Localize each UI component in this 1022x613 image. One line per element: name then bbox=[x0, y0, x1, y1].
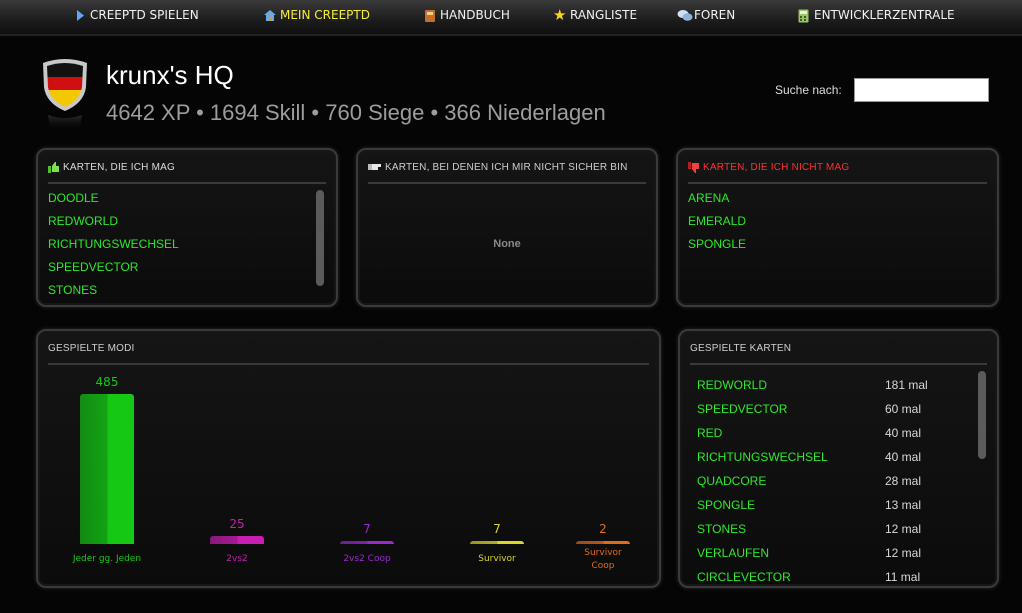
played-modes-panel: GESPIELTE MODI 485 Jeder gg. Jeden 25 2vs2 7… bbox=[36, 329, 661, 588]
chart-bar bbox=[340, 541, 394, 544]
table-row: RICHTUNGSWECHSEL 40 mal bbox=[696, 445, 966, 469]
liked-maps-panel: KARTEN, DIE ICH MAG DOODLE REDWORLD RICH… bbox=[36, 148, 338, 307]
nav-item-rangliste[interactable]: ★ RANGLISTE bbox=[553, 5, 638, 24]
calculator-icon bbox=[797, 9, 810, 22]
panel-title: GESPIELTE KARTEN bbox=[690, 343, 792, 354]
list-item[interactable]: SPONGLE bbox=[688, 236, 977, 259]
panel-title: KARTEN, DIE ICH NICHT MAG bbox=[703, 162, 850, 173]
thumbs-down-icon bbox=[688, 162, 700, 176]
page-title: krunx's HQ bbox=[106, 60, 234, 90]
nav-item-label: MEIN CREEPTD bbox=[280, 8, 370, 22]
play-icon bbox=[73, 9, 86, 22]
map-play-count: 40 mal bbox=[885, 426, 922, 440]
liked-maps-header: KARTEN, DIE ICH MAG bbox=[48, 162, 326, 184]
map-play-count: 181 mal bbox=[885, 378, 928, 392]
nav-item-creeptd-spielen[interactable]: CREEPTD SPIELEN bbox=[73, 8, 199, 22]
chart-bar bbox=[576, 541, 630, 544]
map-name[interactable]: RICHTUNGSWECHSEL bbox=[696, 445, 885, 469]
scrollbar[interactable] bbox=[316, 190, 324, 286]
list-item[interactable]: RICHTUNGSWECHSEL bbox=[48, 236, 316, 259]
liked-maps-list: DOODLE REDWORLD RICHTUNGSWECHSEL SPEEDVE… bbox=[48, 190, 316, 305]
home-icon bbox=[263, 9, 276, 22]
map-play-count: 40 mal bbox=[885, 450, 922, 464]
unsure-maps-header: KARTEN, BEI DENEN ICH MIR NICHT SICHER B… bbox=[368, 162, 646, 184]
list-item[interactable]: SPEEDVECTOR bbox=[48, 259, 316, 282]
list-item[interactable]: REDWORLD bbox=[48, 213, 316, 236]
list-item[interactable]: EMERALD bbox=[688, 213, 977, 236]
map-play-count: 12 mal bbox=[885, 546, 922, 560]
table-row: SPONGLE 13 mal bbox=[696, 493, 966, 517]
disliked-maps-list: ARENA EMERALD SPONGLE bbox=[688, 190, 977, 259]
list-item[interactable]: DOODLE bbox=[48, 190, 316, 213]
unsure-maps-panel: KARTEN, BEI DENEN ICH MIR NICHT SICHER B… bbox=[356, 148, 658, 307]
table-row: RED 40 mal bbox=[696, 421, 966, 445]
map-play-count: 11 mal bbox=[885, 570, 921, 584]
germany-flag-shield-icon bbox=[40, 57, 90, 137]
map-name[interactable]: QUADCORE bbox=[696, 469, 885, 493]
thumbs-sideways-icon bbox=[368, 162, 382, 175]
chart-data-label: 7 bbox=[493, 522, 501, 536]
list-item[interactable]: STONES bbox=[48, 282, 316, 305]
map-name[interactable]: REDWORLD bbox=[696, 373, 885, 397]
map-name[interactable]: STONES bbox=[696, 517, 885, 541]
chart-bar bbox=[210, 536, 264, 544]
map-name[interactable]: SPEEDVECTOR bbox=[696, 397, 885, 421]
map-name[interactable]: CIRCLEVECTOR bbox=[696, 565, 885, 589]
chart-bar bbox=[470, 541, 524, 544]
list-item[interactable]: ARENA bbox=[688, 190, 977, 213]
chart-data-label: 7 bbox=[363, 522, 371, 536]
chart-category-label: Jeder gg. Jeden bbox=[72, 554, 142, 564]
nav-item-label: HANDBUCH bbox=[440, 8, 510, 22]
chart-category-label: 2vs2 bbox=[226, 554, 248, 564]
nav-item-label: FOREN bbox=[694, 8, 736, 22]
search-input[interactable] bbox=[854, 78, 989, 102]
played-maps-panel: GESPIELTE KARTEN REDWORLD 181 mal SPEEDVE… bbox=[678, 329, 999, 588]
table-row: SPEEDVECTOR 60 mal bbox=[696, 397, 966, 421]
chart-category-label: Survivor Coop bbox=[584, 548, 622, 571]
table-row: STONES 12 mal bbox=[696, 517, 966, 541]
nav-item-handbuch[interactable]: HANDBUCH bbox=[423, 8, 510, 22]
top-navigation: CREEPTD SPIELEN MEIN CREEPTD HANDBUCH ★ … bbox=[0, 0, 1022, 36]
modes-bar-chart: 485 Jeder gg. Jeden 25 2vs2 7 2vs2 Coop 7 Survi… bbox=[38, 331, 659, 586]
disliked-maps-panel: KARTEN, DIE ICH NICHT MAG ARENA EMERALD … bbox=[676, 148, 999, 307]
star-icon: ★ bbox=[553, 5, 567, 24]
panel-title: KARTEN, BEI DENEN ICH MIR NICHT SICHER B… bbox=[385, 162, 628, 173]
played-maps-header: GESPIELTE KARTEN bbox=[690, 343, 987, 365]
nav-item-label: RANGLISTE bbox=[570, 8, 638, 22]
thumbs-up-icon bbox=[48, 162, 60, 176]
panel-title: KARTEN, DIE ICH MAG bbox=[63, 162, 175, 173]
chart-data-label: 485 bbox=[95, 375, 119, 389]
nav-item-entwicklerzentrale[interactable]: ENTWICKLERZENTRALE bbox=[797, 8, 955, 22]
table-row: VERLAUFEN 12 mal bbox=[696, 541, 966, 565]
played-maps-table: REDWORLD 181 mal SPEEDVECTOR 60 mal RED 40 … bbox=[696, 373, 966, 589]
chart-data-label: 25 bbox=[229, 517, 245, 531]
nav-item-label: ENTWICKLERZENTRALE bbox=[814, 8, 955, 22]
map-name[interactable]: RED bbox=[696, 421, 885, 445]
map-play-count: 12 mal bbox=[885, 522, 922, 536]
nav-item-foren[interactable]: FOREN bbox=[677, 8, 735, 22]
nav-item-mein-creeptd[interactable]: MEIN CREEPTD bbox=[263, 8, 370, 22]
nav-item-label: CREEPTD SPIELEN bbox=[90, 8, 199, 22]
table-row: CIRCLEVECTOR 11 mal bbox=[696, 565, 966, 589]
disliked-maps-header: KARTEN, DIE ICH NICHT MAG bbox=[688, 162, 987, 184]
search-label: Suche nach: bbox=[775, 83, 842, 97]
chart-category-label: Survivor bbox=[478, 554, 516, 564]
table-row: REDWORLD 181 mal bbox=[696, 373, 966, 397]
chart-category-label: 2vs2 Coop bbox=[343, 554, 391, 564]
map-play-count: 28 mal bbox=[885, 474, 922, 488]
map-play-count: 60 mal bbox=[885, 402, 922, 416]
table-row: QUADCORE 28 mal bbox=[696, 469, 966, 493]
empty-state-text: None bbox=[493, 238, 521, 250]
book-icon bbox=[423, 9, 436, 22]
chat-icon bbox=[677, 9, 693, 22]
chart-bar bbox=[80, 394, 134, 544]
map-name[interactable]: VERLAUFEN bbox=[696, 541, 885, 565]
scrollbar[interactable] bbox=[978, 371, 986, 459]
map-play-count: 13 mal bbox=[885, 498, 922, 512]
map-name[interactable]: SPONGLE bbox=[696, 493, 885, 517]
chart-data-label: 2 bbox=[599, 522, 607, 536]
player-stats: 4642 XP • 1694 Skill • 760 Siege • 366 N… bbox=[106, 100, 606, 125]
